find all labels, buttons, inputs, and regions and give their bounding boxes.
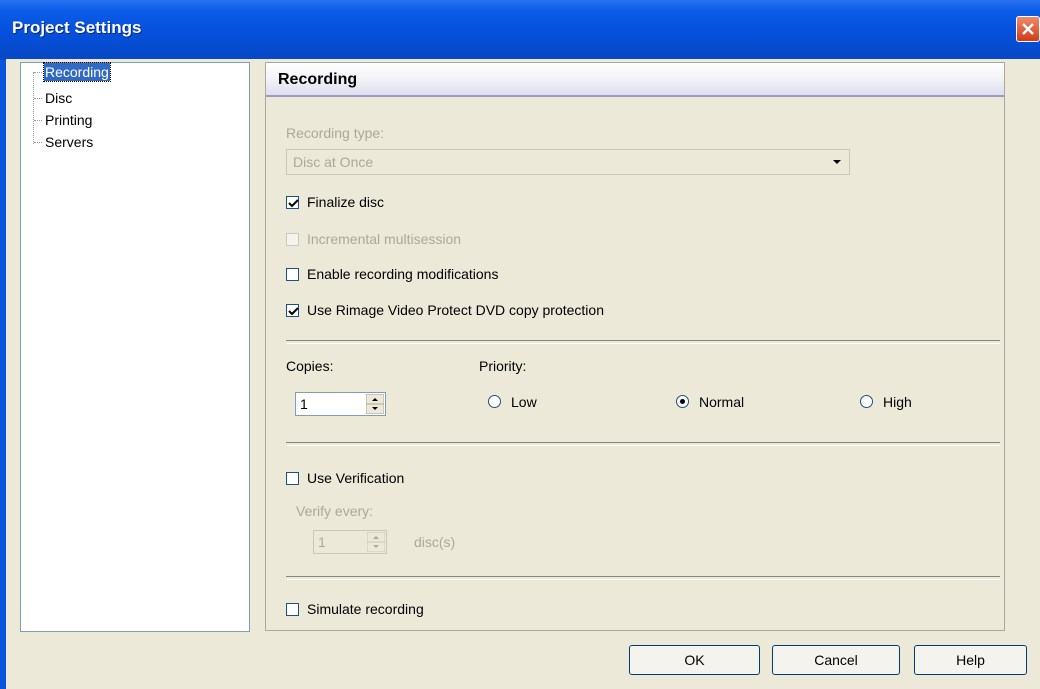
separator	[286, 442, 1000, 446]
checkmark-icon	[288, 199, 299, 208]
verify-every-value: 1	[318, 534, 326, 550]
copies-label: Copies:	[286, 358, 334, 374]
checkmark-icon	[288, 307, 299, 316]
chevron-down-icon	[833, 160, 841, 164]
video-protect-label: Use Rimage Video Protect DVD copy protec…	[307, 302, 604, 318]
verify-unit-label: disc(s)	[414, 534, 456, 550]
priority-high-label: High	[883, 394, 912, 410]
verify-every-label: Verify every:	[296, 503, 374, 519]
panel-title: Recording	[278, 71, 358, 88]
video-protect-checkbox[interactable]	[286, 304, 299, 317]
cancel-button[interactable]: Cancel	[772, 645, 900, 675]
verify-every-stepper[interactable]: 1	[313, 530, 387, 554]
enable-recording-modifications-label: Enable recording modifications	[307, 266, 499, 282]
title-bar[interactable]: Project Settings	[0, 0, 1040, 60]
close-icon	[1022, 23, 1034, 35]
separator	[286, 576, 1000, 580]
finalize-disc-label: Finalize disc	[307, 194, 385, 210]
separator	[286, 340, 1000, 344]
help-button[interactable]: Help	[914, 645, 1027, 675]
recording-type-value: Disc at Once	[293, 154, 374, 170]
finalize-disc-checkbox[interactable]	[286, 196, 299, 209]
tree-branch	[34, 142, 42, 143]
simulate-recording-label: Simulate recording	[307, 601, 424, 617]
close-button[interactable]	[1016, 16, 1040, 42]
tree-item-label: Disc	[45, 90, 73, 106]
radio-dot	[680, 399, 685, 404]
priority-normal-radio[interactable]	[676, 395, 689, 408]
spin-arrows-icon[interactable]	[366, 394, 384, 414]
use-verification-checkbox[interactable]	[286, 472, 299, 485]
settings-tree[interactable]: Recording Disc Printing Servers	[20, 62, 250, 632]
tree-item-label: Servers	[45, 134, 94, 150]
tree-branch	[34, 98, 42, 99]
recording-type-label: Recording type:	[286, 125, 385, 141]
incremental-multisession-checkbox[interactable]	[286, 233, 299, 246]
project-settings-window: Project Settings Recording Disc Printing	[0, 0, 1040, 689]
priority-normal-label: Normal	[699, 394, 745, 410]
spin-arrows-icon[interactable]	[367, 532, 385, 552]
recording-type-dropdown[interactable]: Disc at Once	[286, 149, 850, 175]
priority-high-radio[interactable]	[860, 395, 873, 408]
tree-item-label: Printing	[45, 112, 93, 128]
copies-stepper[interactable]: 1	[295, 392, 386, 416]
ok-button[interactable]: OK	[629, 645, 760, 675]
window-title: Project Settings	[12, 18, 142, 37]
simulate-recording-checkbox[interactable]	[286, 603, 299, 616]
copies-value: 1	[300, 396, 308, 412]
priority-label: Priority:	[479, 358, 527, 374]
tree-branch	[34, 120, 42, 121]
dialog-client: Recording Disc Printing Servers Recordin…	[6, 59, 1040, 689]
tree-item-label: Recording	[43, 62, 111, 82]
tree-connector	[33, 72, 35, 144]
use-verification-label: Use Verification	[307, 470, 405, 486]
enable-recording-modifications-checkbox[interactable]	[286, 268, 299, 281]
tree-branch	[34, 72, 42, 73]
panel-header: Recording	[266, 63, 1004, 97]
recording-panel: Recording Recording type: Disc at Once F…	[265, 62, 1005, 631]
priority-low-label: Low	[511, 394, 537, 410]
priority-low-radio[interactable]	[488, 395, 501, 408]
incremental-multisession-label: Incremental multisession	[307, 231, 462, 247]
